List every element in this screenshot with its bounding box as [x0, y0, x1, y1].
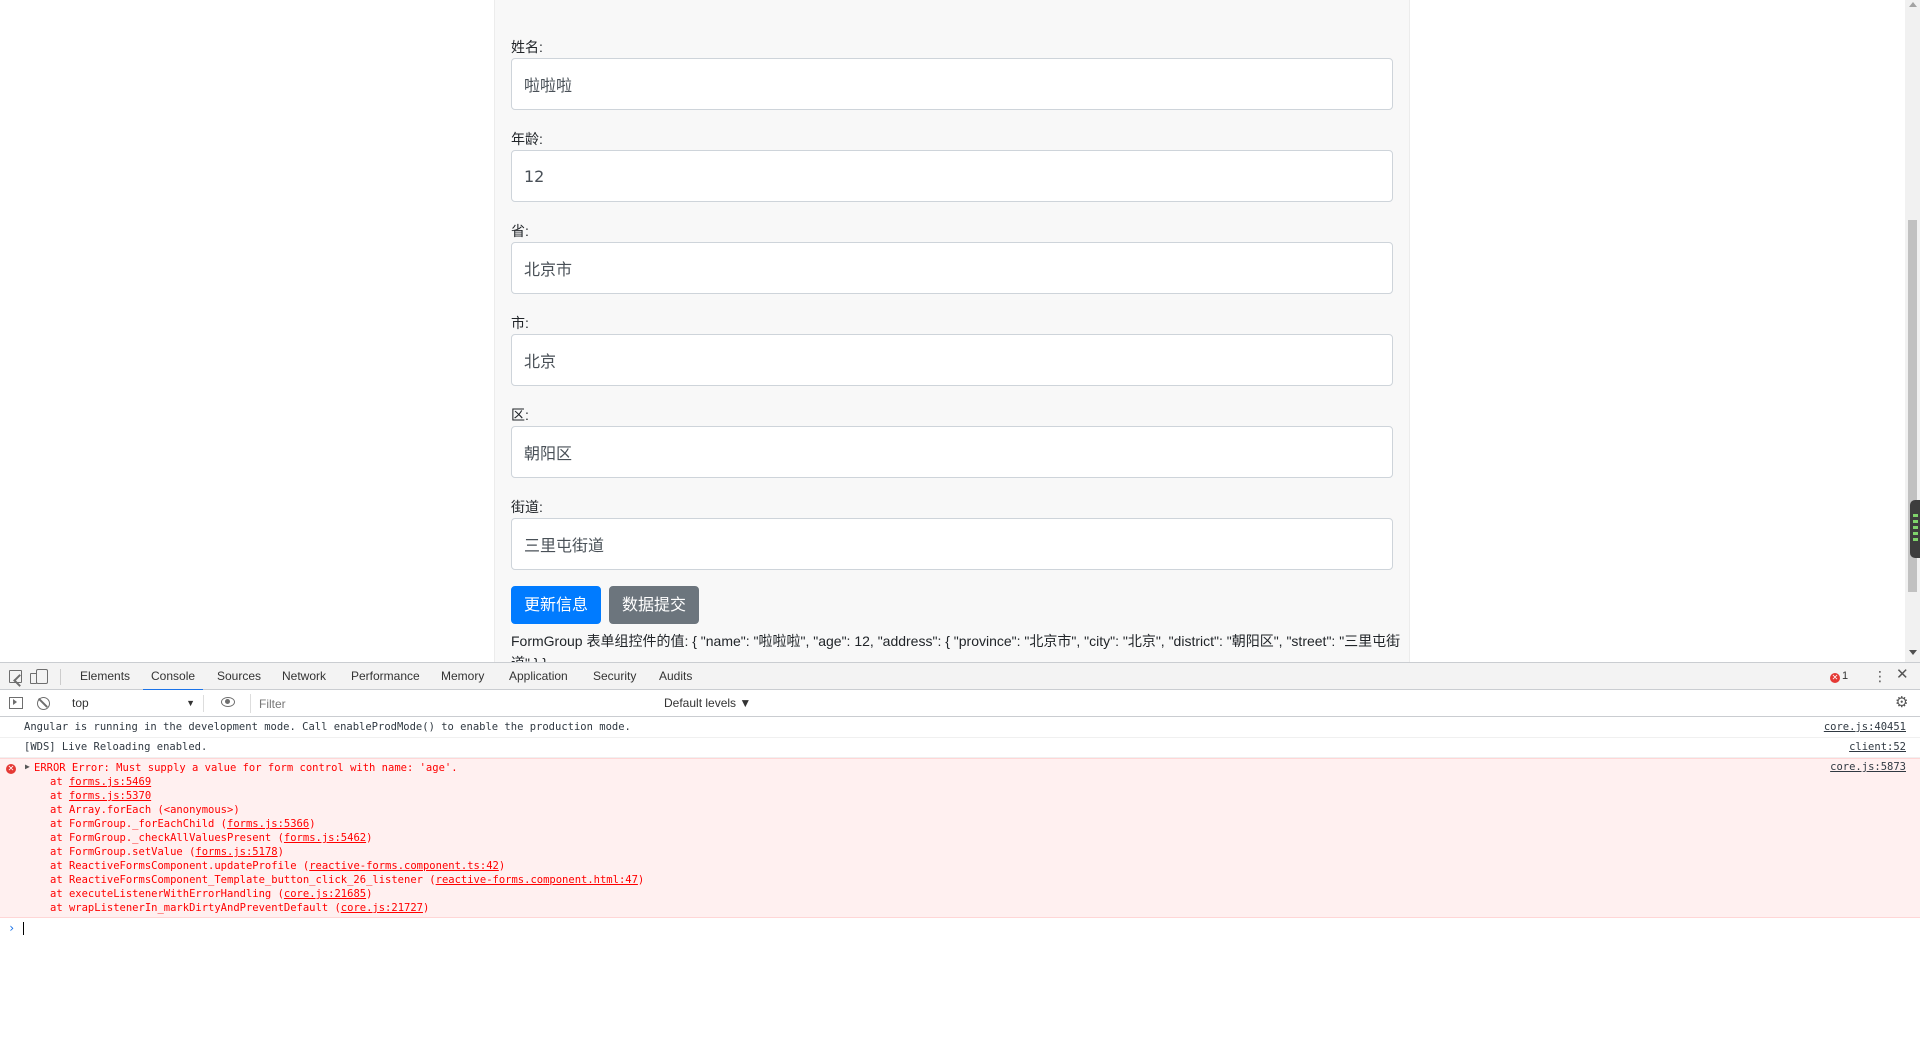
stack-link[interactable]: forms.js:5469	[69, 776, 151, 788]
submit-data-button[interactable]: 数据提交	[609, 586, 700, 624]
stack-line: at ReactiveFormsComponent.updateProfile …	[50, 860, 506, 872]
reactive-form: 姓名: 年龄: 省: 市: 区: 街道:	[511, 38, 1400, 662]
message-text: Angular is running in the development mo…	[24, 721, 631, 733]
form-group-district: 区:	[511, 406, 1393, 498]
province-label: 省:	[511, 223, 529, 239]
form-group-age: 年龄:	[511, 130, 1393, 222]
age-label: 年龄:	[511, 131, 543, 147]
update-info-button[interactable]: 更新信息	[511, 586, 602, 624]
form-value-output: FormGroup 表单组控件的值: { "name": "啦啦啦", "age…	[511, 633, 1401, 662]
device-toolbar-icon[interactable]	[30, 669, 48, 684]
stack-line: at FormGroup._checkAllValuesPresent (for…	[50, 832, 373, 844]
stack-link[interactable]: core.js:21685	[284, 888, 366, 900]
devtools-panel: Elements Console Sources Network Perform…	[0, 662, 1920, 1057]
message-text: [WDS] Live Reloading enabled.	[24, 741, 208, 753]
error-headline: ERROR Error: Must supply a value for for…	[34, 762, 458, 774]
console-output: Angular is running in the development mo…	[0, 718, 1920, 938]
tab-network[interactable]: Network	[282, 663, 326, 690]
form-group-city: 市:	[511, 314, 1393, 406]
age-input[interactable]	[511, 150, 1393, 202]
live-expression-eye-icon[interactable]	[221, 697, 235, 707]
expand-triangle-icon[interactable]: ▶	[25, 762, 30, 771]
console-settings-gear-icon[interactable]: ⚙	[1895, 694, 1908, 712]
context-value: top	[72, 696, 89, 710]
stack-line: at FormGroup._forEachChild (forms.js:536…	[50, 818, 316, 830]
log-levels-select[interactable]: Default levels ▼	[664, 695, 751, 712]
scroll-up-arrow-icon[interactable]	[1909, 2, 1917, 7]
form-group-name: 姓名:	[511, 38, 1393, 130]
error-circle-icon: ✕	[6, 764, 16, 774]
error-count-badge[interactable]: ✕ 1	[1830, 669, 1848, 683]
tab-sources[interactable]: Sources	[217, 663, 261, 690]
console-message: Angular is running in the development mo…	[0, 718, 1920, 738]
prompt-chevron-icon: ›	[8, 921, 16, 935]
tab-console[interactable]: Console	[142, 663, 204, 691]
stack-line: at forms.js:5469	[50, 776, 152, 788]
stack-link[interactable]: reactive-forms.component.ts:42	[309, 860, 499, 872]
console-message: [WDS] Live Reloading enabled. client:52	[0, 738, 1920, 758]
city-input[interactable]	[511, 334, 1393, 386]
context-select[interactable]: top ▼	[64, 695, 204, 712]
tab-audits[interactable]: Audits	[659, 663, 692, 690]
stack-line: at forms.js:5370	[50, 790, 152, 802]
stack-line: at FormGroup.setValue (forms.js:5178)	[50, 846, 284, 858]
console-error-message: ✕ ▶ ERROR Error: Must supply a value for…	[0, 758, 1920, 918]
message-source-link[interactable]: client:52	[1849, 738, 1906, 757]
divider	[60, 669, 61, 685]
city-label: 市:	[511, 315, 529, 331]
error-icon: ✕	[1830, 673, 1840, 683]
error-count: 1	[1842, 670, 1849, 682]
page-viewport: 姓名: 年龄: 省: 市: 区: 街道:	[0, 0, 1920, 662]
stack-line: at Array.forEach (<anonymous>)	[50, 804, 240, 816]
stack-link[interactable]: forms.js:5178	[195, 846, 277, 858]
error-source-link[interactable]: core.js:5873	[1830, 761, 1906, 773]
street-label: 街道:	[511, 499, 543, 515]
tab-security[interactable]: Security	[593, 663, 636, 690]
name-input[interactable]	[511, 58, 1393, 110]
message-source-link[interactable]: core.js:40451	[1824, 718, 1906, 737]
console-toolbar: top ▼ Default levels ▼ ⚙	[0, 690, 1920, 717]
district-label: 区:	[511, 407, 529, 423]
show-sidebar-icon[interactable]	[9, 697, 23, 709]
more-options-icon[interactable]: ⋮	[1873, 669, 1887, 683]
console-prompt[interactable]: ›	[0, 918, 1920, 938]
stack-link[interactable]: forms.js:5366	[227, 818, 309, 830]
scroll-down-arrow-icon[interactable]	[1909, 650, 1917, 655]
stack-line: at executeListenerWithErrorHandling (cor…	[50, 888, 373, 900]
devtools-tab-bar: Elements Console Sources Network Perform…	[0, 663, 1920, 691]
district-input[interactable]	[511, 426, 1393, 478]
tab-performance[interactable]: Performance	[351, 663, 420, 690]
side-widget-icon[interactable]	[1910, 500, 1920, 558]
tab-memory[interactable]: Memory	[441, 663, 484, 690]
dropdown-arrow-icon: ▼	[186, 698, 195, 708]
tab-elements[interactable]: Elements	[80, 663, 130, 690]
page-scrollbar[interactable]	[1905, 0, 1920, 662]
stack-link[interactable]: forms.js:5370	[69, 790, 151, 802]
stack-link[interactable]: core.js:21727	[341, 902, 423, 914]
province-input[interactable]	[511, 242, 1393, 294]
stack-line: at wrapListenerIn_markDirtyAndPreventDef…	[50, 902, 430, 914]
tab-application[interactable]: Application	[509, 663, 568, 690]
form-group-street: 街道:	[511, 498, 1393, 590]
stack-link[interactable]: reactive-forms.component.html:47	[436, 874, 638, 886]
error-stack-trace: at forms.js:5469 at forms.js:5370 at Arr…	[24, 775, 1920, 915]
inspect-element-icon[interactable]	[9, 670, 22, 683]
stack-line: at ReactiveFormsComponent_Template_butto…	[50, 874, 645, 886]
button-row: 更新信息 数据提交	[511, 586, 1393, 624]
street-input[interactable]	[511, 518, 1393, 570]
stack-link[interactable]: forms.js:5462	[284, 832, 366, 844]
text-caret	[23, 922, 24, 935]
name-label: 姓名:	[511, 39, 543, 55]
close-icon[interactable]: ✕	[1896, 667, 1909, 683]
clear-console-icon[interactable]	[37, 697, 50, 710]
form-group-province: 省:	[511, 222, 1393, 314]
console-filter-input[interactable]	[250, 694, 656, 713]
form-container: 姓名: 年龄: 省: 市: 区: 街道:	[494, 0, 1410, 662]
